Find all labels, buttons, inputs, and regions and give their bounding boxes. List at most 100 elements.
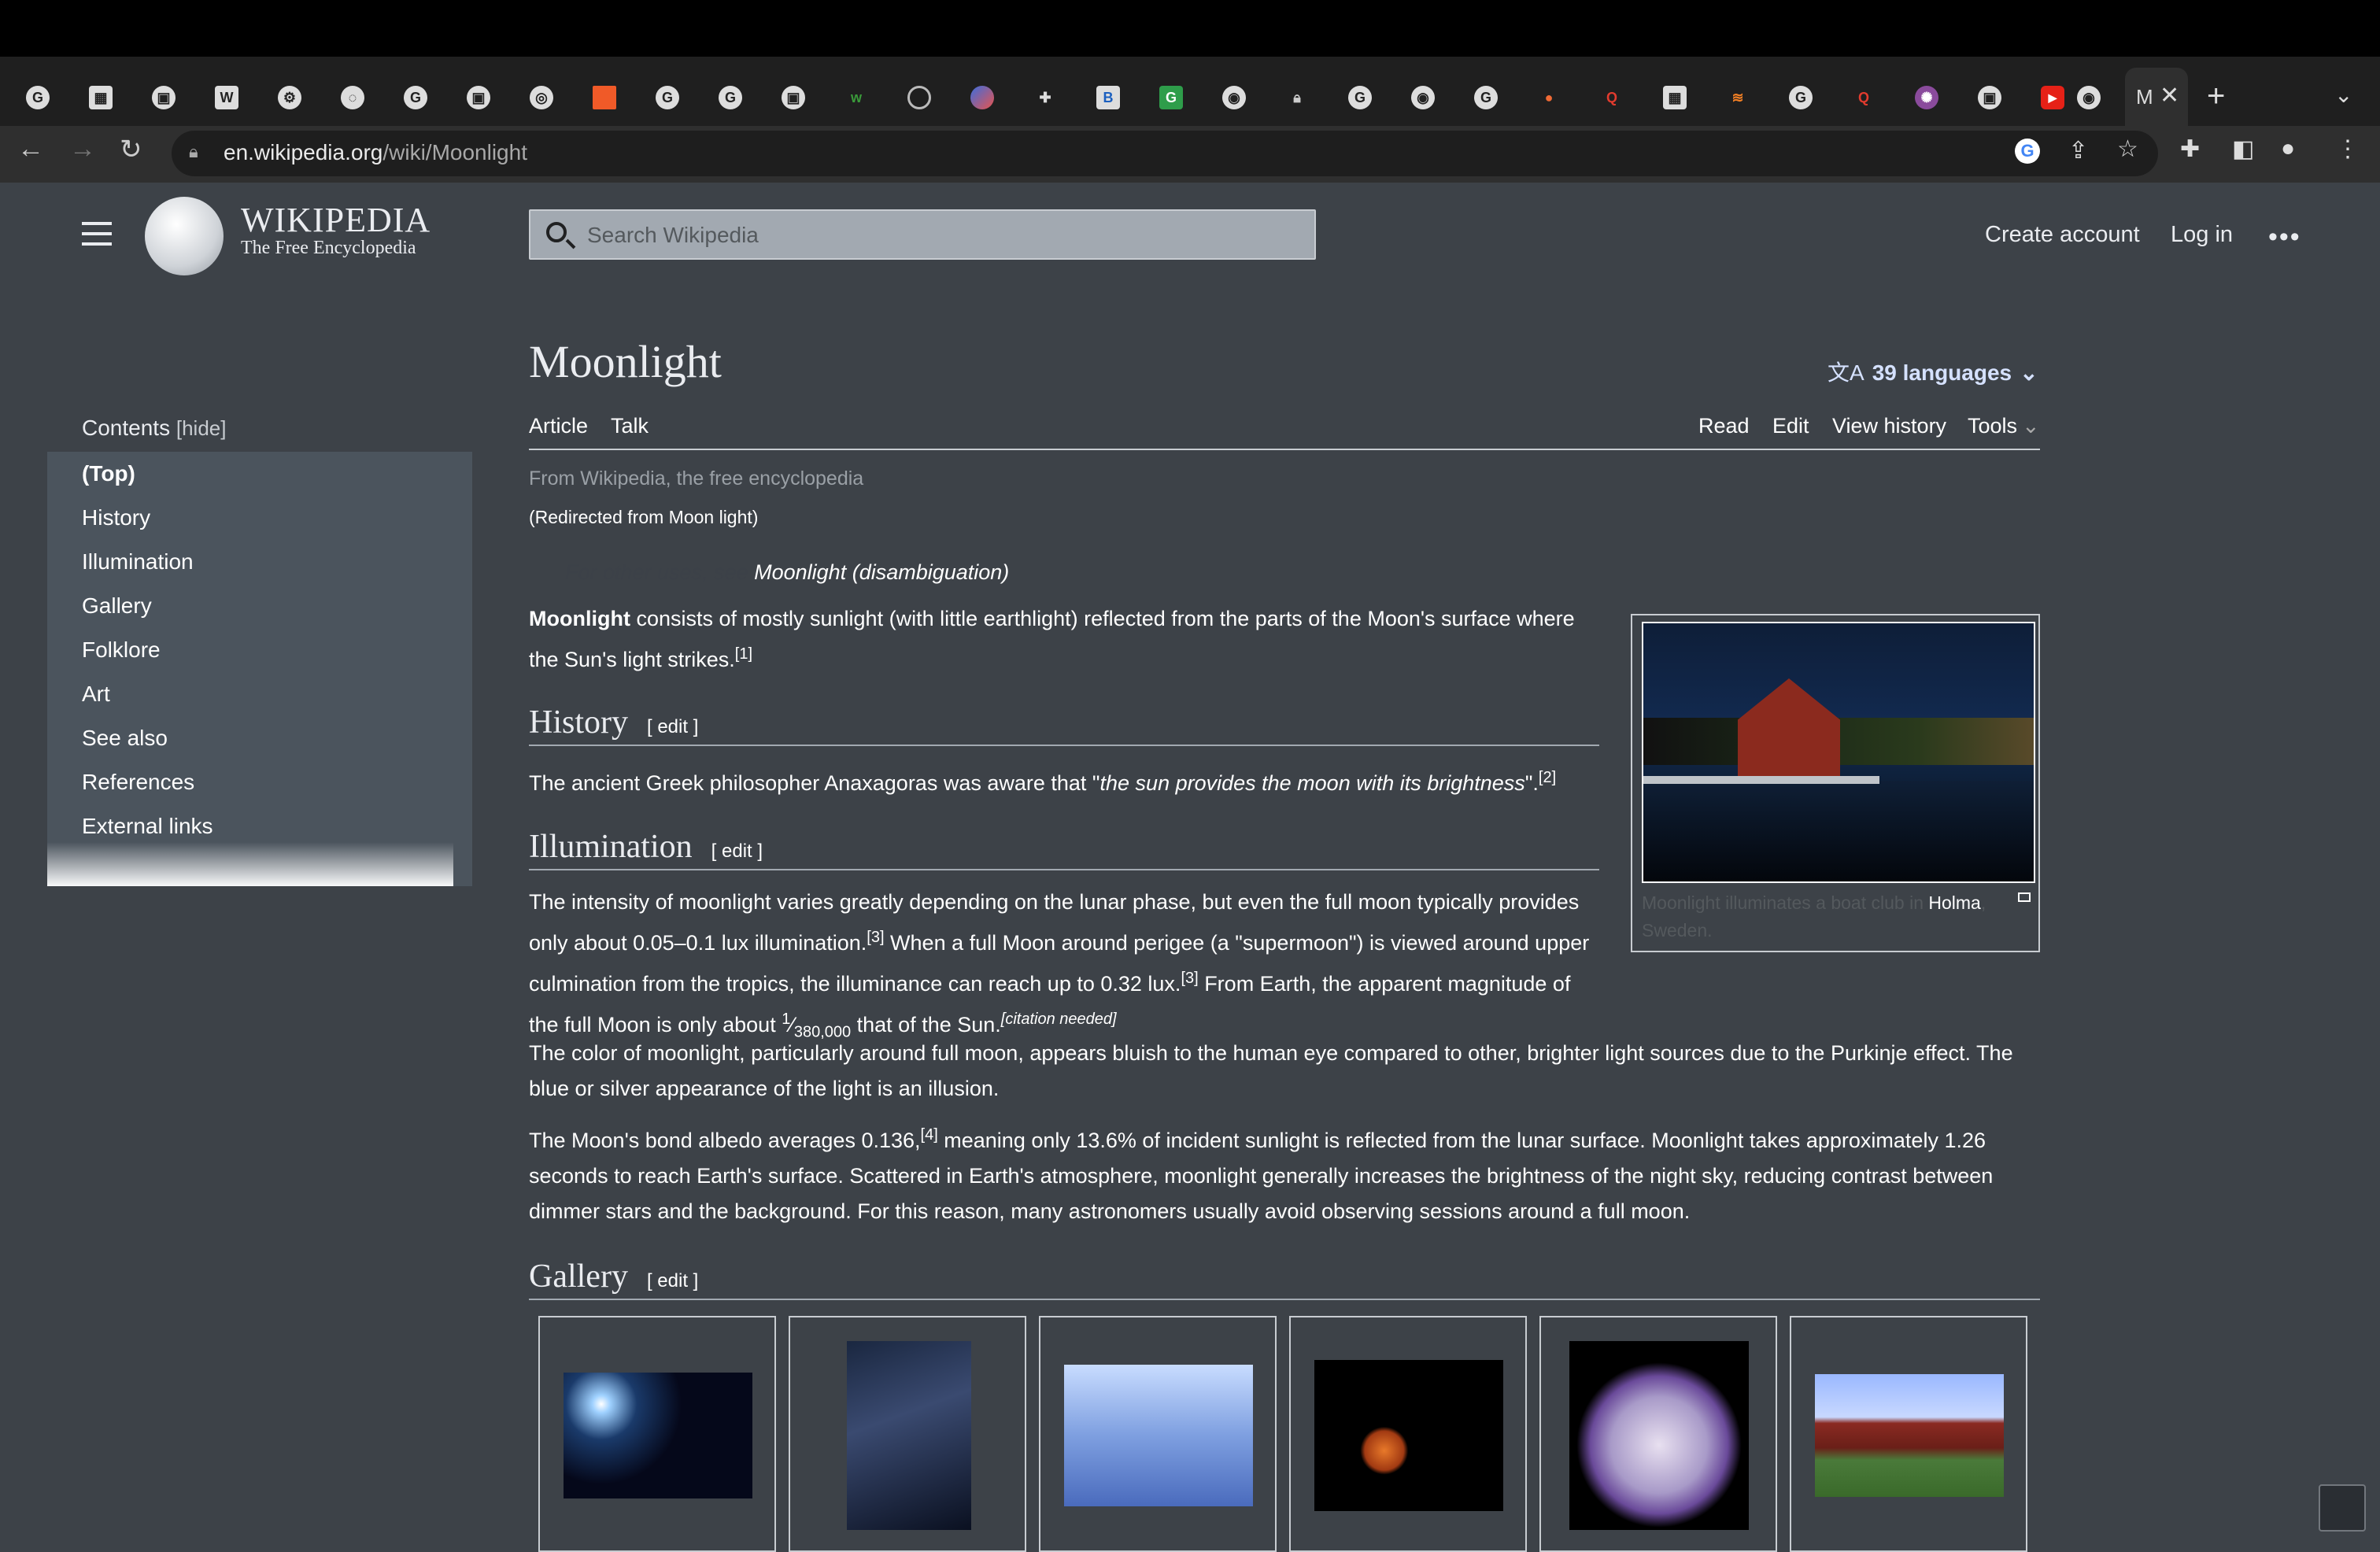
close-tab-icon[interactable]: ✕ <box>2160 82 2179 109</box>
side-panel-icon[interactable]: ◧ <box>2232 135 2254 163</box>
toc-item-art[interactable]: Art <box>82 682 110 707</box>
gallery-item-moon[interactable] <box>1539 1316 1777 1552</box>
boat-club-image[interactable] <box>1642 622 2035 883</box>
wikipedia-globe-logo[interactable] <box>145 197 224 275</box>
gallery-item-telescope[interactable] <box>789 1316 1026 1552</box>
holma-link[interactable]: Holma <box>1928 892 1980 913</box>
gallery-item-eclipse[interactable] <box>1289 1316 1527 1552</box>
tab-edit[interactable]: Edit <box>1772 414 1809 438</box>
tab-g-green[interactable]: G <box>1154 74 1188 121</box>
gallery-image-eclipse[interactable] <box>1314 1360 1503 1511</box>
language-selector[interactable]: 文A 39 languages ⌄ <box>1828 356 2038 387</box>
gallery-image-farm[interactable] <box>1815 1374 2004 1497</box>
toc-item-top[interactable]: (Top) <box>82 461 135 486</box>
tab-chrome[interactable]: ◉ <box>1217 74 1251 121</box>
enlarge-icon[interactable] <box>2018 892 2031 902</box>
tab-extensions[interactable]: ✚ <box>1028 74 1062 121</box>
wikipedia-wordmark[interactable]: WIKIPEDIA <box>241 200 431 240</box>
tab-store-2[interactable]: ▣ <box>461 74 496 121</box>
tab-google[interactable]: G <box>20 74 55 121</box>
tab-google-6[interactable]: G <box>1469 74 1503 121</box>
tab-stack[interactable]: ≋ <box>1720 74 1755 121</box>
toc-item-gallery[interactable]: Gallery <box>82 593 152 619</box>
ref-3b[interactable]: [3] <box>1181 970 1198 987</box>
gallery-image-fog[interactable] <box>1064 1365 1253 1506</box>
url-text[interactable]: en.wikipedia.org/wiki/Moonlight <box>224 140 527 165</box>
ref-3[interactable]: [3] <box>867 929 884 946</box>
tab-lock[interactable]: 🔒︎ <box>1280 74 1314 121</box>
ref-4[interactable]: [4] <box>921 1126 938 1144</box>
bookmark-star-icon[interactable]: ☆ <box>2117 135 2138 163</box>
tab-grid-2[interactable]: ▦ <box>1658 74 1692 121</box>
gallery-image-telescope[interactable] <box>847 1341 971 1530</box>
create-account-link[interactable]: Create account <box>1985 222 2140 248</box>
tab-chrome-3[interactable]: ◉ <box>2071 74 2106 121</box>
user-menu-ellipsis-icon[interactable]: ••• <box>2268 222 2301 253</box>
google-lens-icon[interactable]: G <box>2015 139 2040 164</box>
gallery-edit-link[interactable]: [ edit ] <box>647 1270 698 1291</box>
ref-2[interactable]: [2] <box>1539 769 1556 786</box>
tab-loading[interactable]: ◌ <box>335 74 370 121</box>
tab-q-2[interactable]: Q <box>1846 74 1881 121</box>
tab-openai[interactable]: ✺ <box>1909 74 1944 121</box>
tab-google-3[interactable]: G <box>650 74 685 121</box>
profile-icon[interactable]: ● <box>2281 135 2295 162</box>
gallery-item-earth[interactable] <box>538 1316 776 1552</box>
tab-colorful[interactable] <box>965 74 1000 121</box>
search-input[interactable] <box>586 217 1297 253</box>
chrome-menu-icon[interactable]: ⋮ <box>2336 135 2360 163</box>
gallery-image-earth[interactable] <box>564 1373 752 1498</box>
tab-incognito[interactable]: ◎ <box>524 74 559 121</box>
history-edit-link[interactable]: [ edit ] <box>647 716 698 737</box>
tab-view-history[interactable]: View history <box>1832 414 1946 438</box>
tab-read[interactable]: Read <box>1698 414 1750 438</box>
disambiguation-link[interactable]: Moonlight (disambiguation) <box>754 560 1009 584</box>
back-icon[interactable]: ← <box>17 134 44 164</box>
toc-item-external-links[interactable]: External links <box>82 814 213 839</box>
citation-needed[interactable]: [citation needed] <box>1001 1011 1117 1028</box>
gallery-image-moon[interactable] <box>1569 1341 1749 1530</box>
tab-store-4[interactable]: ▣ <box>1972 74 2007 121</box>
gallery-item-farm[interactable] <box>1790 1316 2027 1552</box>
lock-icon[interactable]: 🔒︎ <box>189 142 198 162</box>
fullscreen-toggle-icon[interactable] <box>2319 1484 2366 1532</box>
new-tab-icon[interactable]: + <box>2207 79 2225 114</box>
log-in-link[interactable]: Log in <box>2171 222 2233 248</box>
toc-item-folklore[interactable]: Folklore <box>82 637 161 663</box>
tab-dots[interactable]: ● <box>1532 74 1566 121</box>
illumination-edit-link[interactable]: [ edit ] <box>711 841 763 862</box>
tab-store-3[interactable]: ▣ <box>776 74 811 121</box>
extensions-puzzle-icon[interactable]: ✚ <box>2180 135 2200 163</box>
toc-item-history[interactable]: History <box>82 505 150 530</box>
tab-q[interactable]: Q <box>1595 74 1629 121</box>
tab-youtube[interactable]: ▶ <box>2035 74 2070 121</box>
tab-google-2[interactable]: G <box>398 74 433 121</box>
toc-item-see-also[interactable]: See also <box>82 726 168 751</box>
tab-article[interactable]: Article <box>529 414 588 438</box>
tab-google-5[interactable]: G <box>1343 74 1377 121</box>
tab-chrome-2[interactable]: ◉ <box>1406 74 1440 121</box>
tab-wikipedia[interactable]: W <box>209 74 244 121</box>
ref-1[interactable]: [1] <box>735 645 752 663</box>
gallery-item-fog[interactable] <box>1039 1316 1277 1552</box>
tab-google-4[interactable]: G <box>713 74 748 121</box>
tab-settings[interactable]: ⚙ <box>272 74 307 121</box>
tab-circle[interactable] <box>902 74 937 121</box>
tab-store[interactable]: ▣ <box>146 74 181 121</box>
tab-grid[interactable]: ▦ <box>83 74 118 121</box>
toc-hide-button[interactable]: [hide] <box>176 416 227 440</box>
forward-icon[interactable]: → <box>69 134 96 164</box>
tab-b[interactable]: B <box>1091 74 1125 121</box>
tab-talk[interactable]: Talk <box>611 414 649 438</box>
main-menu-icon[interactable] <box>82 222 112 246</box>
store-icon: ▣ <box>782 86 805 109</box>
tab-w[interactable]: w <box>839 74 874 121</box>
toc-item-references[interactable]: References <box>82 770 194 795</box>
share-icon[interactable]: ⇪ <box>2068 137 2088 164</box>
reload-icon[interactable]: ↻ <box>120 134 142 165</box>
toc-item-illumination[interactable]: Illumination <box>82 549 194 575</box>
tab-google-7[interactable]: G <box>1783 74 1818 121</box>
tab-tools[interactable]: Tools ⌄ <box>1968 414 2040 438</box>
tab-orange[interactable] <box>587 74 622 121</box>
tab-search-chevron-icon[interactable]: ⌄ <box>2334 82 2352 108</box>
